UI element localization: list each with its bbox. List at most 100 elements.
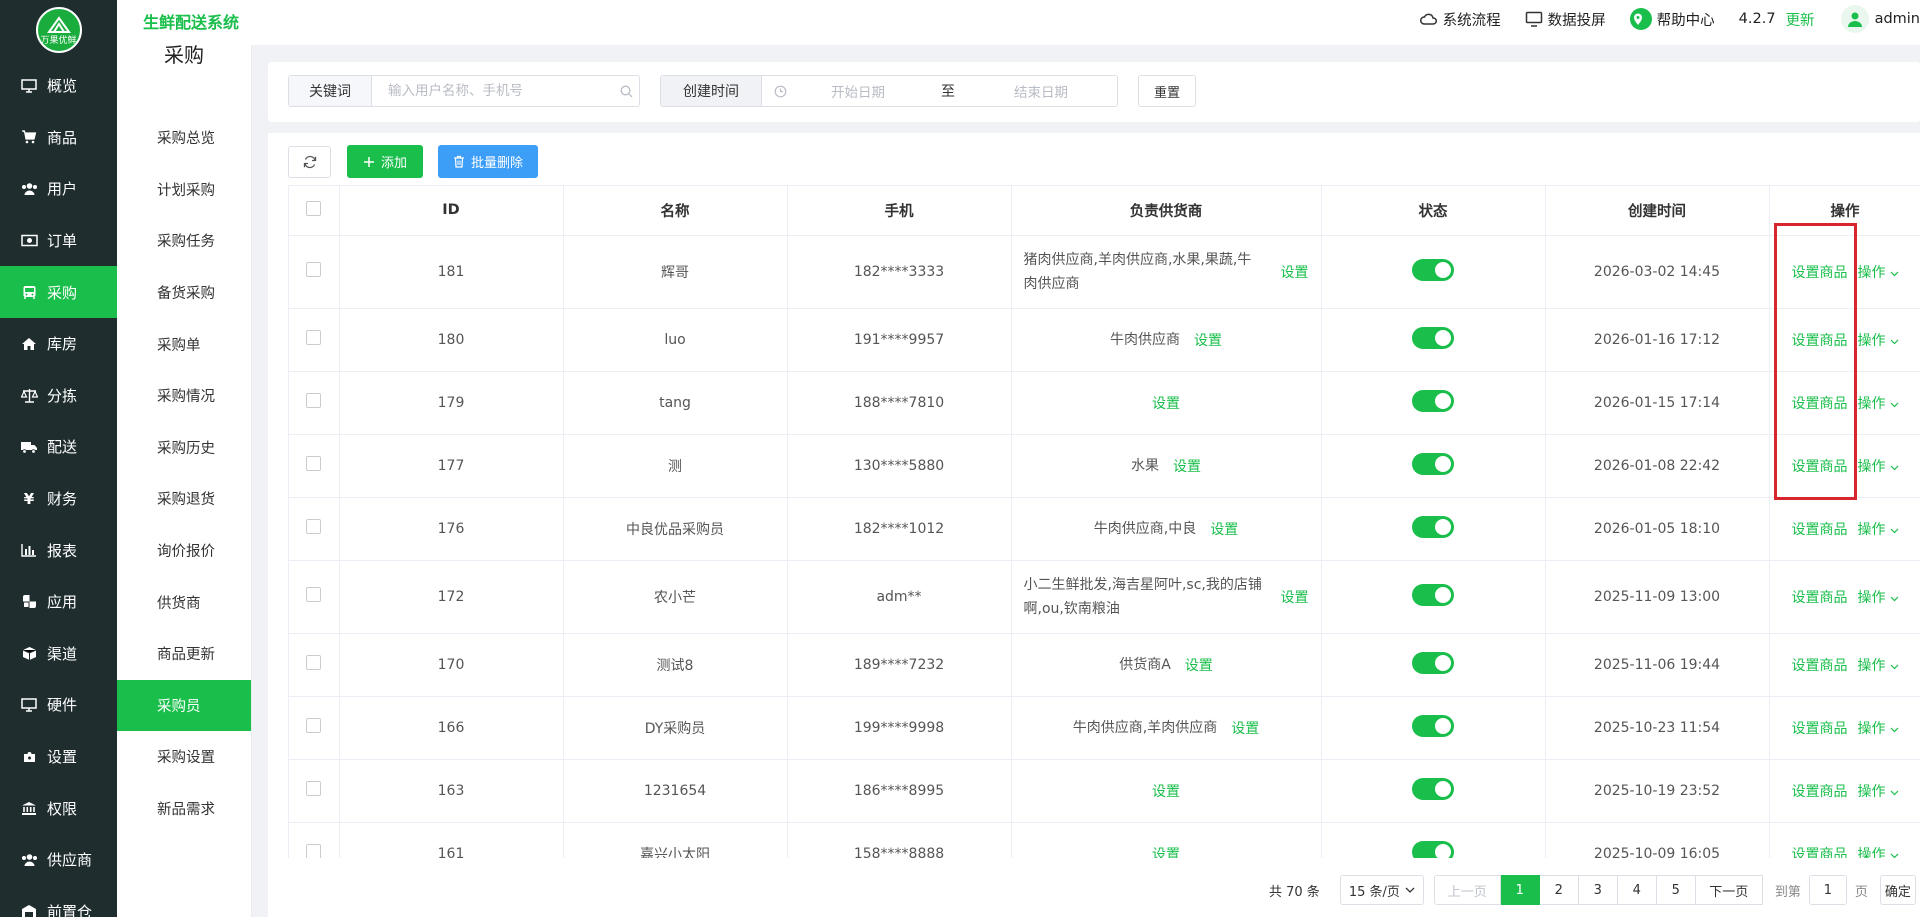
page-button-2[interactable]: 2 xyxy=(1539,875,1579,905)
set-supplier-link[interactable]: 设置 xyxy=(1231,718,1259,738)
select-all-checkbox[interactable] xyxy=(306,200,322,216)
sidebar-item-14[interactable]: 权限 xyxy=(0,782,117,834)
page-button-1[interactable]: 1 xyxy=(1500,875,1540,905)
help-center-link[interactable]: 帮助中心 xyxy=(1629,8,1715,30)
row-checkbox[interactable] xyxy=(306,718,322,733)
sidebar-item-0[interactable]: 概览 xyxy=(0,60,117,112)
set-supplier-link[interactable]: 设置 xyxy=(1173,456,1201,476)
table-row[interactable]: 166 DY采购员 199****9998 牛肉供应商,羊肉供应商 设置 2025-10-… xyxy=(289,696,1920,760)
table-row[interactable]: 163 1231654 186****8995 设置 2025-10-19 23:52 设… xyxy=(289,759,1920,823)
page-button-3[interactable]: 3 xyxy=(1578,875,1618,905)
table-row[interactable]: 180 luo 191****9957 牛肉供应商 设置 2026-01-16 17:12… xyxy=(289,308,1920,372)
set-supplier-link[interactable]: 设置 xyxy=(1185,655,1213,675)
end-date-input[interactable]: 结束日期 xyxy=(978,81,1104,101)
status-toggle[interactable] xyxy=(1412,714,1454,737)
system-flow-link[interactable]: 系统流程 xyxy=(1419,9,1501,30)
set-supplier-link[interactable]: 设置 xyxy=(1281,262,1309,282)
actions-dropdown[interactable]: 操作 xyxy=(1858,784,1899,800)
submenu-item-2[interactable]: 采购任务 xyxy=(117,215,251,267)
page-size-select[interactable]: 15 条/页 xyxy=(1339,875,1424,905)
actions-dropdown[interactable]: 操作 xyxy=(1858,721,1899,737)
sidebar-item-4[interactable]: 采购 xyxy=(0,266,117,318)
status-toggle[interactable] xyxy=(1412,651,1454,674)
submenu-item-11[interactable]: 采购员 xyxy=(117,679,251,732)
submenu-item-0[interactable]: 采购总览 xyxy=(117,112,251,164)
submenu-item-10[interactable]: 商品更新 xyxy=(117,628,251,680)
row-checkbox[interactable] xyxy=(306,262,322,277)
sidebar-item-7[interactable]: 配送 xyxy=(0,421,117,473)
set-supplier-link[interactable]: 设置 xyxy=(1281,587,1309,607)
status-toggle[interactable] xyxy=(1412,777,1454,800)
status-toggle[interactable] xyxy=(1412,258,1454,281)
sidebar-item-13[interactable]: 设置 xyxy=(0,731,117,783)
submenu-item-5[interactable]: 采购情况 xyxy=(117,370,251,422)
set-supplier-link[interactable]: 设置 xyxy=(1152,393,1180,413)
row-checkbox[interactable] xyxy=(306,330,322,345)
submenu-item-1[interactable]: 计划采购 xyxy=(117,164,251,216)
set-goods-link[interactable]: 设置商品 xyxy=(1792,333,1848,349)
row-checkbox[interactable] xyxy=(306,393,322,408)
prev-page-button[interactable]: 上一页 xyxy=(1433,875,1501,905)
actions-dropdown[interactable]: 操作 xyxy=(1858,265,1899,281)
sidebar-item-3[interactable]: 订单 xyxy=(0,215,117,267)
sidebar-item-5[interactable]: 库房 xyxy=(0,318,117,370)
sidebar-item-8[interactable]: ¥ 财务 xyxy=(0,473,117,525)
set-supplier-link[interactable]: 设置 xyxy=(1194,330,1222,350)
set-goods-link[interactable]: 设置商品 xyxy=(1792,590,1848,606)
username[interactable]: admin xyxy=(1875,11,1920,27)
confirm-button[interactable]: 确定 xyxy=(1879,875,1916,905)
submenu-item-3[interactable]: 备货采购 xyxy=(117,267,251,319)
table-row[interactable]: 176 中良优品采购员 182****1012 牛肉供应商,中良 设置 2026-01-0… xyxy=(289,497,1920,561)
row-checkbox[interactable] xyxy=(306,519,322,534)
set-supplier-link[interactable]: 设置 xyxy=(1152,781,1180,801)
set-goods-link[interactable]: 设置商品 xyxy=(1792,522,1848,538)
submenu-item-8[interactable]: 询价报价 xyxy=(117,525,251,577)
submenu-item-9[interactable]: 供货商 xyxy=(117,576,251,628)
row-checkbox[interactable] xyxy=(306,844,322,858)
set-goods-link[interactable]: 设置商品 xyxy=(1792,396,1848,412)
next-page-button[interactable]: 下一页 xyxy=(1695,875,1763,905)
date-range-picker[interactable]: 创建时间 开始日期 至 结束日期 xyxy=(660,75,1118,107)
sidebar-item-9[interactable]: 报表 xyxy=(0,524,117,576)
sidebar-item-10[interactable]: 应用 xyxy=(0,576,117,628)
set-goods-link[interactable]: 设置商品 xyxy=(1792,784,1848,800)
reset-button[interactable]: 重置 xyxy=(1138,75,1196,107)
set-goods-link[interactable]: 设置商品 xyxy=(1792,847,1848,859)
submenu-item-12[interactable]: 采购设置 xyxy=(117,731,251,783)
row-checkbox[interactable] xyxy=(306,655,322,670)
submenu-item-6[interactable]: 采购历史 xyxy=(117,422,251,474)
sidebar-item-1[interactable]: 商品 xyxy=(0,112,117,164)
submenu-item-4[interactable]: 采购单 xyxy=(117,318,251,370)
row-checkbox[interactable] xyxy=(306,456,322,471)
actions-dropdown[interactable]: 操作 xyxy=(1858,658,1899,674)
table-row[interactable]: 161 嘉兴小太阳 158****8888 设置 2025-10-09 16:05 设置商… xyxy=(289,822,1920,858)
table-row[interactable]: 170 测试8 189****7232 供货商A 设置 2025-11-06 19:44 设… xyxy=(289,633,1920,697)
start-date-input[interactable]: 开始日期 xyxy=(798,81,918,101)
search-icon[interactable] xyxy=(613,76,639,106)
table-row[interactable]: 181 辉哥 182****3333 猪肉供应商,羊肉供应商,水果,果蔬,牛肉供应商 设… xyxy=(289,235,1920,309)
sidebar-item-11[interactable]: 渠道 xyxy=(0,628,117,680)
table-row[interactable]: 177 测 130****5880 水果 设置 2026-01-08 22:42 设置商品操… xyxy=(289,434,1920,498)
sidebar-item-15[interactable]: 供应商 xyxy=(0,834,117,886)
page-button-5[interactable]: 5 xyxy=(1656,875,1696,905)
submenu-item-13[interactable]: 新品需求 xyxy=(117,783,251,835)
row-checkbox[interactable] xyxy=(306,781,322,796)
sidebar-item-12[interactable]: 硬件 xyxy=(0,679,117,731)
status-toggle[interactable] xyxy=(1412,326,1454,349)
actions-dropdown[interactable]: 操作 xyxy=(1858,847,1899,858)
actions-dropdown[interactable]: 操作 xyxy=(1858,459,1899,475)
status-toggle[interactable] xyxy=(1412,840,1454,858)
actions-dropdown[interactable]: 操作 xyxy=(1858,590,1899,606)
keyword-input[interactable] xyxy=(372,76,613,106)
page-button-4[interactable]: 4 xyxy=(1617,875,1657,905)
sidebar-item-2[interactable]: 用户 xyxy=(0,163,117,215)
update-link[interactable]: 更新 xyxy=(1786,9,1815,30)
table-row[interactable]: 172 农小芒 adm** 小二生鲜批发,海吉星阿叶,sc,我的店铺啊,ou,钦南粮油… xyxy=(289,560,1920,634)
bulk-delete-button[interactable]: 批量删除 xyxy=(438,145,538,178)
set-goods-link[interactable]: 设置商品 xyxy=(1792,459,1848,475)
row-checkbox[interactable] xyxy=(306,587,322,602)
status-toggle[interactable] xyxy=(1412,583,1454,606)
set-goods-link[interactable]: 设置商品 xyxy=(1792,721,1848,737)
set-goods-link[interactable]: 设置商品 xyxy=(1792,658,1848,674)
sidebar-item-6[interactable]: 分拣 xyxy=(0,370,117,422)
